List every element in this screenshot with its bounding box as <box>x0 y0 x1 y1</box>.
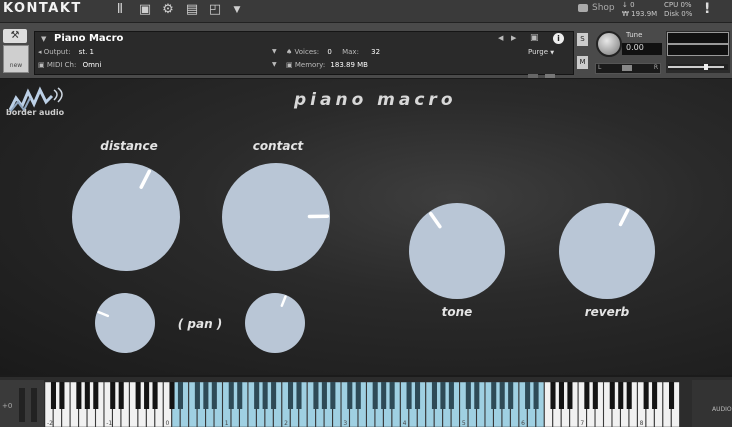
black-key[interactable] <box>76 382 82 409</box>
black-key[interactable] <box>440 382 446 409</box>
audio-label: AUDIO <box>712 406 732 413</box>
tone-knob[interactable] <box>409 203 505 299</box>
pan-left-knob[interactable] <box>95 293 155 353</box>
black-key[interactable] <box>50 382 57 409</box>
reverb-knob[interactable] <box>559 203 655 299</box>
black-key[interactable] <box>567 382 573 409</box>
black-key[interactable] <box>508 382 514 409</box>
black-key[interactable] <box>118 382 124 409</box>
black-key[interactable] <box>355 382 361 409</box>
black-key[interactable] <box>110 382 116 409</box>
black-key[interactable] <box>499 382 505 409</box>
black-key[interactable] <box>84 382 90 409</box>
black-key[interactable] <box>203 382 209 409</box>
black-key[interactable] <box>194 382 200 409</box>
black-key[interactable] <box>177 382 184 409</box>
black-key[interactable] <box>262 382 268 409</box>
black-key[interactable] <box>584 382 590 409</box>
black-key[interactable] <box>347 382 353 409</box>
black-key[interactable] <box>372 382 378 409</box>
pitch-mod-panel: +0 <box>0 380 44 427</box>
black-key[interactable] <box>618 382 624 409</box>
black-key[interactable] <box>59 382 65 409</box>
black-key[interactable] <box>330 382 336 409</box>
black-key[interactable] <box>169 382 175 409</box>
black-key[interactable] <box>592 382 598 409</box>
black-key[interactable] <box>254 382 260 409</box>
black-key[interactable] <box>93 382 99 409</box>
distance-knob[interactable] <box>72 163 180 271</box>
black-key[interactable] <box>626 382 632 409</box>
knob-layer <box>72 163 655 353</box>
black-key[interactable] <box>313 382 319 409</box>
black-key[interactable] <box>431 382 438 409</box>
octave-label: -1 <box>106 420 112 427</box>
black-key[interactable] <box>643 382 649 409</box>
mod-wheel[interactable] <box>31 388 37 422</box>
octave-label: 8 <box>640 420 644 427</box>
octave-label: 6 <box>521 420 525 427</box>
black-key[interactable] <box>389 382 395 409</box>
black-key[interactable] <box>465 382 471 409</box>
black-key[interactable] <box>668 382 675 409</box>
octave-label: 0 <box>166 420 170 427</box>
octave-label: 7 <box>580 420 584 427</box>
pan-right-knob[interactable] <box>245 293 305 353</box>
piano-keyboard[interactable]: -2 -1 0 1 2 3 4 5 6 7 8 <box>45 382 680 427</box>
black-key[interactable] <box>406 382 412 409</box>
black-key[interactable] <box>228 382 234 409</box>
octave-label: 1 <box>225 420 229 427</box>
octave-label: -2 <box>47 420 53 427</box>
black-key[interactable] <box>237 382 243 409</box>
black-key[interactable] <box>211 382 217 409</box>
black-key[interactable] <box>296 382 302 409</box>
pitch-label: +0 <box>2 402 13 410</box>
black-key[interactable] <box>652 382 658 409</box>
black-key[interactable] <box>550 382 556 409</box>
black-key[interactable] <box>474 382 480 409</box>
black-key[interactable] <box>558 382 565 409</box>
black-key[interactable] <box>135 382 141 409</box>
black-key[interactable] <box>287 382 294 409</box>
black-key[interactable] <box>414 382 421 409</box>
black-key[interactable] <box>609 382 615 409</box>
black-key[interactable] <box>321 382 327 409</box>
black-key[interactable] <box>491 382 497 409</box>
pitch-wheel[interactable] <box>19 388 25 422</box>
black-key[interactable] <box>271 382 277 409</box>
octave-label: 4 <box>403 420 407 427</box>
black-key[interactable] <box>144 382 150 409</box>
keyboard-side-panel: AUDIO <box>692 380 732 427</box>
black-key[interactable] <box>525 382 531 409</box>
octave-label: 3 <box>343 420 347 427</box>
octave-label: 5 <box>462 420 466 427</box>
octave-label: 2 <box>284 420 288 427</box>
black-key[interactable] <box>448 382 454 409</box>
contact-knob[interactable] <box>222 163 330 271</box>
black-key[interactable] <box>533 382 539 409</box>
black-key[interactable] <box>152 382 158 409</box>
black-key[interactable] <box>381 382 387 409</box>
